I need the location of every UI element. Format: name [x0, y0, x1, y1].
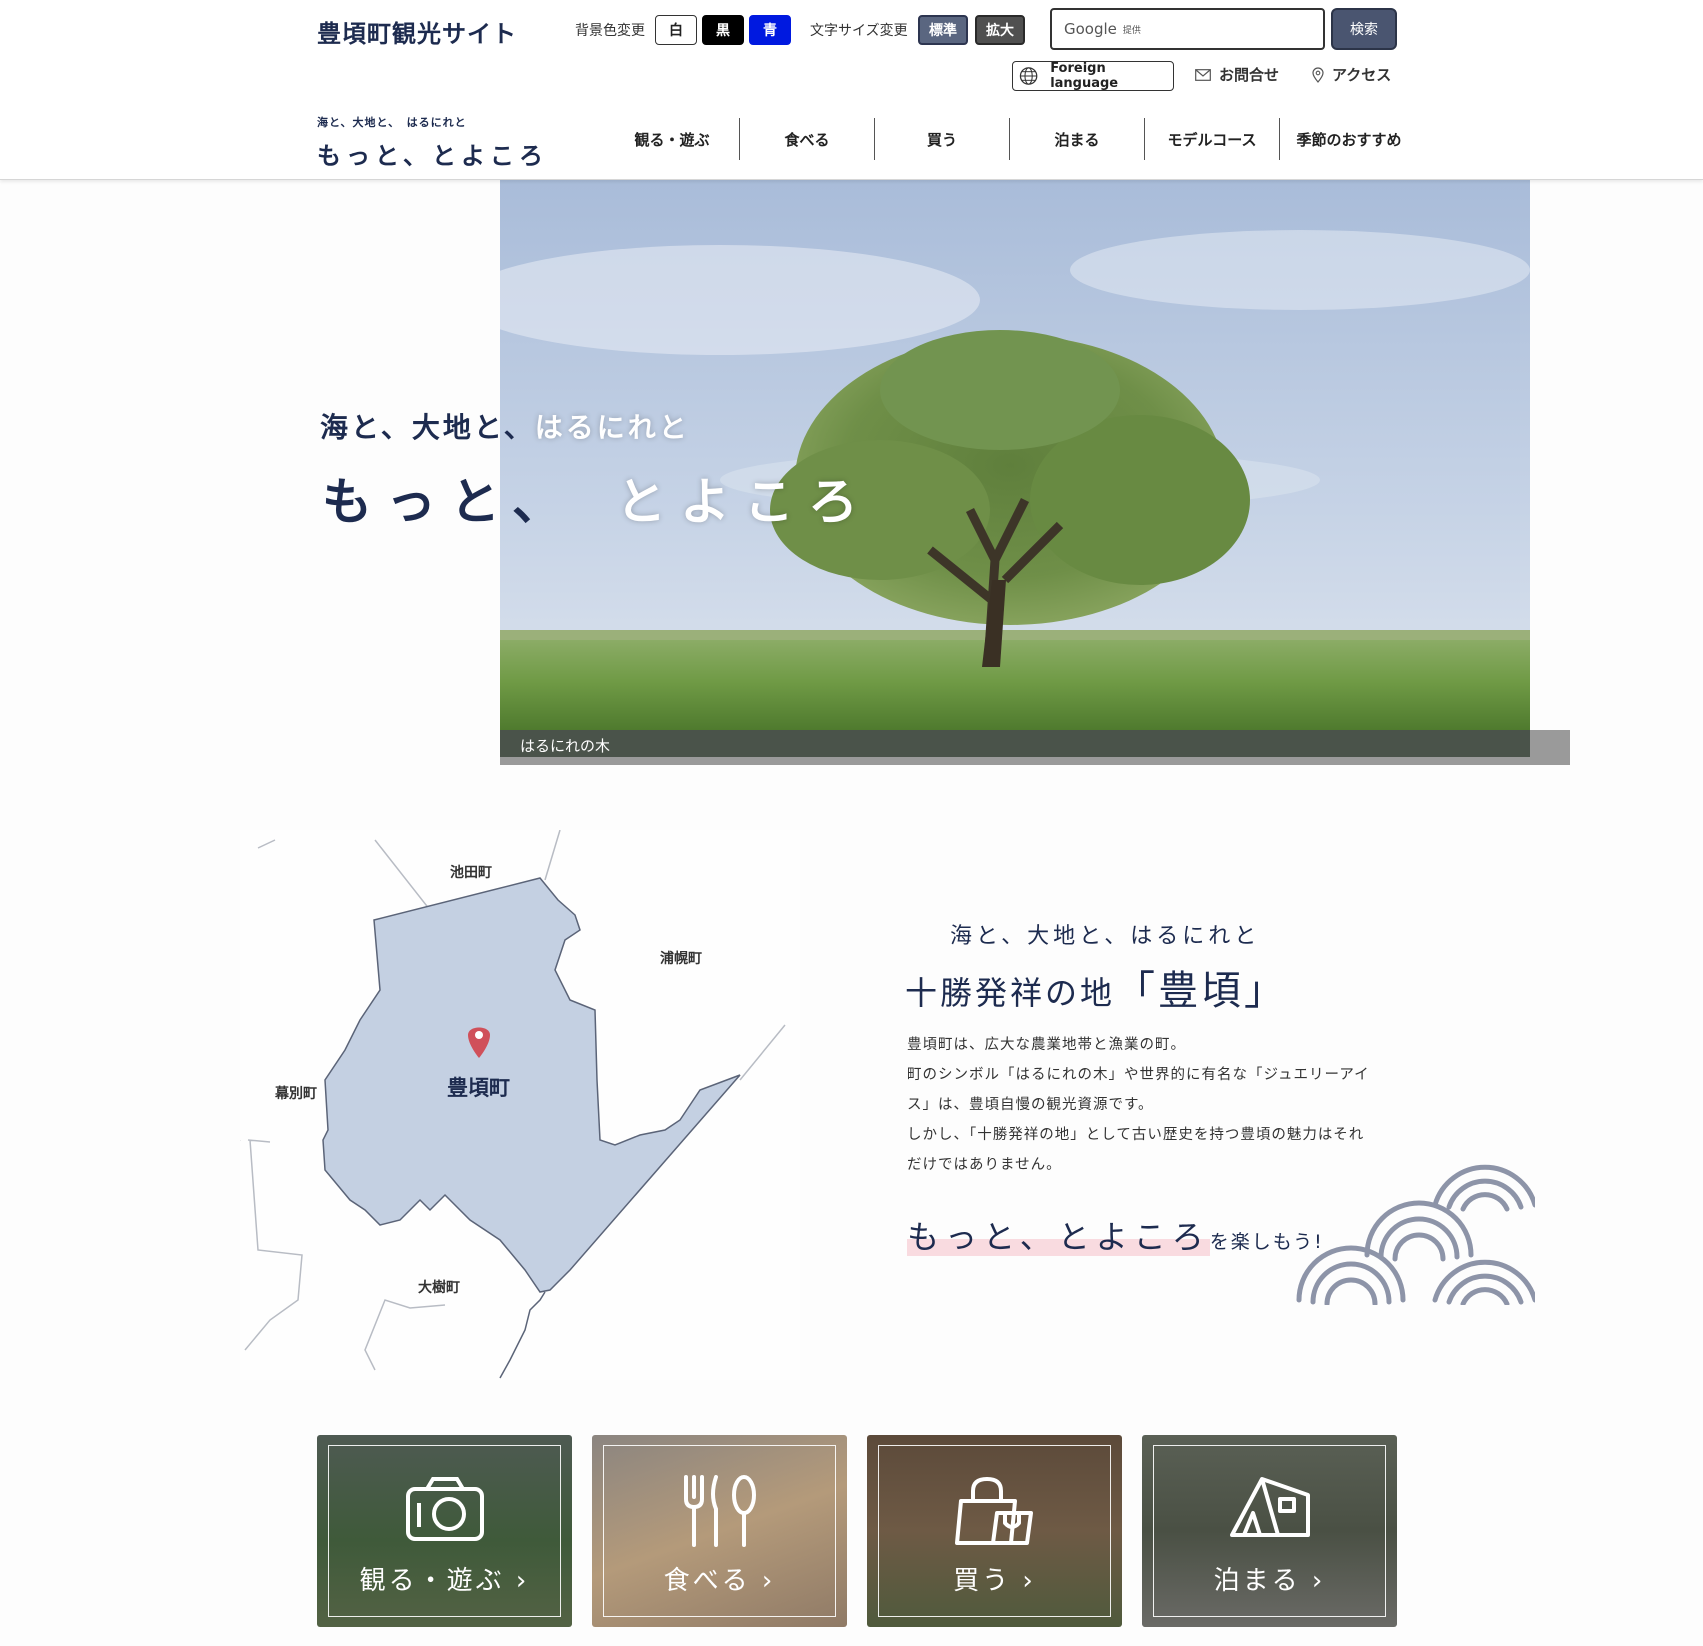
- tile-label: 食べる ›: [663, 1566, 776, 1596]
- bg-blue-button[interactable]: 青: [749, 15, 791, 45]
- bg-color-label: 背景色変更: [575, 23, 645, 39]
- search-google-label: Google: [1064, 20, 1117, 38]
- intro-body-line: 豊頃町は、広大な農業地帯と漁業の町。: [907, 1037, 1186, 1053]
- map-label-taiki: 大樹町: [418, 1279, 460, 1295]
- access-link[interactable]: アクセス: [1312, 64, 1391, 85]
- global-nav: 観る・遊ぶ 食べる 買う 泊まる モデルコース 季節のおすすめ: [605, 118, 1418, 162]
- enjoy-highlight: もっと、とよころ: [907, 1218, 1210, 1256]
- hero-title-dark: もっと、: [322, 473, 576, 531]
- shopping-bag-icon: [954, 1477, 1033, 1545]
- nav-item-buy[interactable]: 買う: [875, 118, 1010, 160]
- tent-icon: [1229, 1477, 1310, 1537]
- access-label: アクセス: [1332, 66, 1392, 84]
- map-label-urahoro: 浦幌町: [660, 950, 702, 966]
- intro-body-line: ス」は、豊頃自慢の観光資源です。: [907, 1097, 1154, 1113]
- hero-caption-bar: [500, 730, 1570, 765]
- tile-label: 観る・遊ぶ ›: [359, 1566, 530, 1596]
- search-provided-label: 提供: [1122, 25, 1141, 36]
- hero-image: [500, 180, 1530, 730]
- map-label-ikeda: 池田町: [450, 864, 492, 880]
- map-label-makubetsu: 幕別町: [274, 1085, 317, 1101]
- hero-subtitle-light: はるにれと: [534, 411, 690, 444]
- category-tile-eat[interactable]: 食べる ›: [592, 1435, 847, 1627]
- tile-label: 泊まる ›: [1213, 1566, 1326, 1596]
- category-tile-buy[interactable]: 買う ›: [867, 1435, 1122, 1627]
- globe-icon: [1019, 67, 1038, 85]
- foreign-language-label: Foreign language: [1050, 61, 1119, 91]
- intro-title: 十勝発祥の地「豊頃」: [905, 958, 1287, 1016]
- font-size-large-button[interactable]: 拡大: [975, 15, 1025, 45]
- hero-title-light: とよころ: [616, 473, 872, 531]
- tile-label: 買う ›: [953, 1566, 1036, 1596]
- category-tile-see-play[interactable]: 観る・遊ぶ ›: [317, 1435, 572, 1627]
- font-size-standard-button[interactable]: 標準: [918, 15, 968, 45]
- font-size-label: 文字サイズ変更: [810, 23, 908, 39]
- map-label-toyokoro: 豊頃町: [447, 1076, 510, 1100]
- bg-white-button[interactable]: 白: [655, 15, 697, 45]
- camera-icon: [405, 1477, 484, 1541]
- hero-subtitle: 海と、大地と、はるにれと: [320, 406, 690, 446]
- header-tagline-big: もっと、とよころ: [317, 142, 549, 170]
- map-pin-icon: [1312, 66, 1324, 83]
- nav-item-stay[interactable]: 泊まる: [1010, 118, 1145, 160]
- enjoy-message: もっと、とよころを楽しもう!: [907, 1212, 1324, 1258]
- category-tile-stay[interactable]: 泊まる ›: [1142, 1435, 1397, 1627]
- hero-title: もっと、 とよころ: [322, 462, 872, 534]
- bg-black-button[interactable]: 黒: [702, 15, 744, 45]
- nav-item-see-play[interactable]: 観る・遊ぶ: [605, 118, 740, 160]
- mail-icon: [1195, 68, 1211, 81]
- site-title[interactable]: 豊頃町観光サイト: [317, 14, 517, 49]
- nav-item-model-course[interactable]: モデルコース: [1145, 118, 1280, 160]
- contact-label: お問合せ: [1219, 66, 1280, 84]
- intro-subtitle: 海と、大地と、はるにれと: [950, 924, 1261, 949]
- search-button[interactable]: 検索: [1331, 8, 1397, 50]
- nav-item-seasonal[interactable]: 季節のおすすめ: [1280, 118, 1418, 160]
- foreign-language-button[interactable]: Foreign language: [1012, 61, 1174, 91]
- contact-link[interactable]: お問合せ: [1195, 64, 1279, 85]
- intro-title-name: 「豊頃」: [1115, 968, 1288, 1014]
- cutlery-icon: [683, 1475, 756, 1547]
- town-map: 池田町 浦幌町 幕別町 豊頃町 大樹町: [237, 829, 800, 1380]
- hero-subtitle-dark: 海と、大地と、: [320, 411, 535, 444]
- search-input[interactable]: Google 提供: [1050, 8, 1325, 50]
- intro-body-line: しかし、「十勝発祥の地」として古い歴史を持つ豊頃の魅力はそれ: [907, 1127, 1365, 1143]
- nav-item-eat[interactable]: 食べる: [740, 118, 875, 160]
- site-header: 豊頃町観光サイト 背景色変更 白 黒 青 文字サイズ変更 標準 拡大 Googl…: [0, 0, 1703, 180]
- intro-body-line: 町のシンボル「はるにれの木」や世界的に有名な「ジュエリーアイ: [907, 1067, 1370, 1083]
- intro-title-prefix: 十勝発祥の地: [905, 974, 1116, 1012]
- wave-pattern-icon: [1296, 1164, 1535, 1305]
- hero-caption: はるにれの木: [520, 737, 611, 755]
- header-tagline-small: 海と、大地と、 はるにれと: [317, 116, 467, 129]
